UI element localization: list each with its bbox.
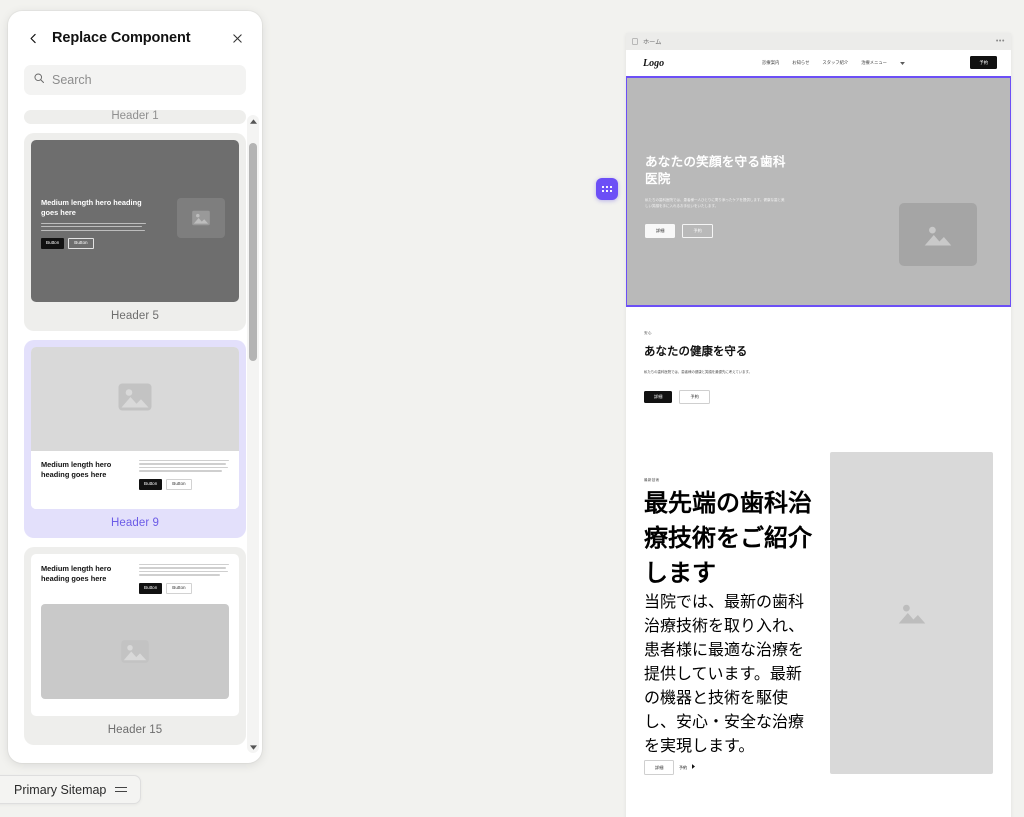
- component-list-scrollbar[interactable]: [247, 115, 259, 753]
- hero-primary-button[interactable]: 詳細: [645, 223, 676, 238]
- component-thumbnail: Medium length hero heading goes here But…: [31, 554, 239, 716]
- page-preview-canvas[interactable]: ホーム ••• Logo 診療案内 お知らせ スタッフ紹介 治療メニュー 予約 …: [626, 33, 1011, 817]
- thumbnail-body: Button Button: [139, 460, 229, 500]
- hero-body: 私たちの歯科医院では、患者様一人ひとりに寄り添ったケアを提供します。健康な歯と美…: [645, 197, 785, 209]
- hero-secondary-button[interactable]: 予約: [682, 223, 713, 238]
- thumbnail-heading: Medium length hero heading goes here: [41, 564, 112, 583]
- section-tech[interactable]: 最新技術 最先端の歯科治療技術をご紹介します 当院では、最新の歯科治療技術を取り…: [626, 451, 1011, 775]
- site-logo[interactable]: Logo: [643, 58, 664, 69]
- image-placeholder-icon: [177, 198, 225, 238]
- component-label: Header 1: [111, 110, 159, 122]
- section-primary-button[interactable]: 詳細: [644, 390, 673, 403]
- section-link-button[interactable]: 予約: [679, 761, 687, 774]
- grid-dots-icon: [602, 186, 612, 192]
- component-card-header-5[interactable]: Medium length hero heading goes here But…: [24, 133, 246, 331]
- thumbnail-body: [41, 222, 146, 231]
- component-label: Header 15: [107, 724, 163, 736]
- more-horizontal-icon[interactable]: •••: [996, 38, 1005, 45]
- thumbnail-body: Button Button: [139, 564, 229, 594]
- image-placeholder-icon: [899, 203, 977, 266]
- thumbnail-secondary-button: Button: [166, 582, 192, 594]
- panel-header: Replace Component: [8, 11, 262, 65]
- nav-link-1[interactable]: お知らせ: [792, 60, 809, 66]
- section-secondary-button[interactable]: 予約: [679, 389, 710, 404]
- hero-buttons: 詳細 予約: [645, 223, 795, 238]
- component-card-header-9[interactable]: Medium length hero heading goes here But…: [24, 340, 246, 538]
- site-navbar: Logo 診療案内 お知らせ スタッフ紹介 治療メニュー 予約: [626, 50, 1011, 76]
- close-icon[interactable]: [228, 29, 246, 47]
- page-icon: [632, 38, 638, 45]
- hero-body-text: 私たちの歯科医院では、患者様一人ひとりに寄り添ったケアを提供します。健康な歯と美…: [645, 198, 785, 209]
- section-body-text: 私たちの歯科医院では、患者様の健康と笑顔を最優先に考えています。: [644, 370, 752, 375]
- section-body-text: 当院では、最新の歯科治療技術を取り入れ、患者様に最適な治療を提供しています。最新…: [644, 593, 805, 755]
- component-card-header-15[interactable]: Medium length hero heading goes here But…: [24, 547, 246, 745]
- scrollbar-thumb[interactable]: [249, 143, 257, 361]
- section-health[interactable]: 安心 あなたの健康を守る 私たちの歯科医院では、患者様の健康と笑顔を最優先に考え…: [626, 307, 1011, 404]
- section-body: 私たちの歯科医院では、患者様の健康と笑顔を最優先に考えています。: [644, 369, 993, 375]
- thumbnail-secondary-button: Button: [68, 237, 94, 249]
- page-title: Replace Component: [52, 30, 191, 46]
- thumbnail-heading: Medium length hero heading goes here: [41, 198, 142, 217]
- thumbnail-primary-button: Button: [139, 582, 163, 594]
- section-heading: 最先端の歯科治療技術をご紹介します: [644, 489, 812, 587]
- search-box[interactable]: [24, 65, 246, 95]
- hero-heading: あなたの笑顔を守る歯科医院: [645, 155, 786, 187]
- section-eyebrow: 安心: [644, 331, 652, 335]
- primary-sitemap-button[interactable]: Primary Sitemap: [0, 775, 142, 804]
- back-icon[interactable]: [24, 29, 42, 47]
- thumbnail-secondary-button: Button: [166, 478, 192, 490]
- component-thumbnail: Medium length hero heading goes here But…: [31, 140, 239, 302]
- section-body: 当院では、最新の歯科治療技術を取り入れ、患者様に最適な治療を提供しています。最新…: [644, 588, 816, 756]
- add-block-button[interactable]: [596, 178, 618, 200]
- replace-component-panel: Replace Component Header 1: [8, 11, 262, 763]
- thumbnail-primary-button: Button: [139, 478, 163, 490]
- nav-link-3[interactable]: 治療メニュー: [861, 60, 887, 66]
- chevron-right-icon: [691, 756, 695, 773]
- section-buttons: 詳細 予約: [644, 389, 993, 404]
- preview-topbar: ホーム •••: [626, 33, 1011, 50]
- nav-cta-button[interactable]: 予約: [970, 56, 997, 70]
- search-wrapper: [8, 65, 262, 105]
- search-input[interactable]: [52, 73, 237, 87]
- component-label: Header 9: [110, 517, 160, 529]
- component-card-header-1[interactable]: Header 1: [24, 110, 246, 124]
- nav-link-0[interactable]: 診療案内: [762, 60, 779, 66]
- nav-links: 診療案内 お知らせ スタッフ紹介 治療メニュー: [762, 60, 905, 66]
- nav-link-2[interactable]: スタッフ紹介: [822, 60, 848, 66]
- preview-page-name: ホーム: [643, 39, 662, 46]
- section-primary-button[interactable]: 詳細: [644, 759, 675, 775]
- hero-section[interactable]: あなたの笑顔を守る歯科医院 私たちの歯科医院では、患者様一人ひとりに寄り添ったケ…: [626, 76, 1011, 307]
- scroll-down-icon[interactable]: [247, 741, 259, 753]
- thumbnail-heading: Medium length hero heading goes here: [41, 460, 112, 479]
- component-label: Header 5: [110, 310, 160, 322]
- thumbnail-image-area: [31, 347, 239, 451]
- sitemap-label: Primary Sitemap: [14, 782, 107, 797]
- section-buttons: 詳細 予約: [644, 756, 816, 775]
- chevron-down-icon[interactable]: [900, 61, 905, 66]
- component-list[interactable]: Header 1 Medium length hero heading goes…: [8, 110, 262, 763]
- thumbnail-primary-button: Button: [41, 237, 65, 249]
- section-heading: あなたの健康を守る: [644, 346, 748, 358]
- image-placeholder-icon: [41, 603, 229, 699]
- scroll-up-icon[interactable]: [247, 115, 259, 127]
- hamburger-icon: [115, 786, 128, 793]
- image-placeholder-icon: [830, 451, 993, 774]
- image-placeholder-icon: [117, 382, 153, 417]
- component-thumbnail: Medium length hero heading goes here But…: [31, 347, 239, 509]
- search-icon: [33, 71, 45, 89]
